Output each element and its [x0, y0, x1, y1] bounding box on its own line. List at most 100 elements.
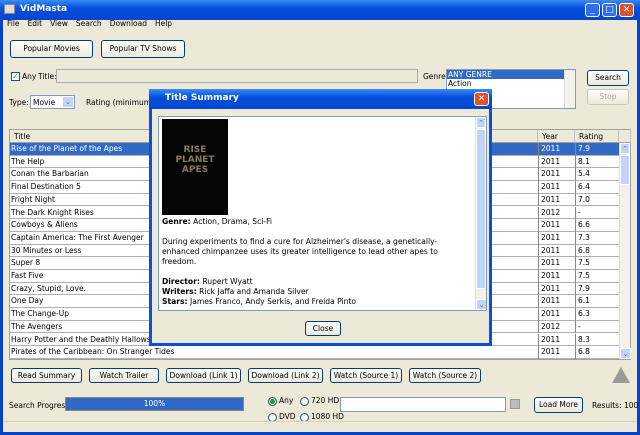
menu-edit[interactable]: Edit: [28, 19, 43, 31]
cell-year: 2011: [538, 282, 560, 296]
cell-year: 2011: [538, 219, 560, 232]
dialog-title-bar: Title Summary: [149, 89, 492, 109]
menu-search[interactable]: Search: [76, 19, 102, 31]
popular-movies-button[interactable]: Popular Movies: [10, 40, 93, 58]
status-bar: [3, 421, 637, 422]
cell-rating: 7.5: [575, 270, 590, 283]
cell-title: One Day: [11, 296, 44, 306]
menu-file[interactable]: File: [7, 19, 20, 31]
cell-rating: 6.1: [575, 295, 590, 309]
cell-title: Cowboys & Aliens: [11, 220, 78, 230]
menu-view[interactable]: View: [50, 19, 68, 31]
cell-title: Crazy, Stupid, Love.: [11, 283, 86, 293]
director-line: Director: Rupert Wyatt: [162, 277, 253, 286]
genre-scrollbar[interactable]: [564, 70, 575, 108]
cell-rating: -: [575, 206, 581, 220]
read-summary-button[interactable]: Read Summary: [11, 368, 82, 383]
menu-download[interactable]: Download: [110, 19, 147, 31]
cell-year: 2011: [538, 155, 560, 169]
results-count: Results: 100: [592, 401, 639, 410]
menu-bar: File Edit View Search Download Help: [3, 19, 172, 31]
genre-option[interactable]: ANY GENRE: [447, 70, 564, 79]
cell-year: 2012: [538, 320, 560, 334]
cell-rating: 7.5: [575, 257, 590, 270]
popular-tv-shows-button[interactable]: Popular TV Shows: [101, 40, 185, 58]
cell-rating: 7.0: [575, 193, 590, 207]
search-progress-bar: 100%: [65, 397, 244, 411]
cell-title: The Avengers: [11, 321, 63, 331]
search-button[interactable]: Search: [587, 70, 629, 86]
genre-line: Genre: Action, Drama, Sci-Fi: [162, 217, 273, 226]
radio-any[interactable]: Any: [268, 393, 300, 409]
dialog-close-icon[interactable]: ✕: [474, 92, 489, 106]
minimize-button[interactable]: _: [585, 3, 600, 17]
cell-title: Super 8: [11, 258, 41, 268]
cell-title: The Dark Knight Rises: [11, 207, 94, 217]
scroll-up-icon[interactable]: ⌃: [476, 117, 486, 128]
cell-rating: 5.4: [575, 168, 590, 182]
download-link-2-button[interactable]: Download (Link 2): [248, 368, 323, 383]
cell-title: Final Destination 5: [11, 182, 81, 192]
load-more-button[interactable]: Load More: [534, 397, 583, 413]
app-icon: [4, 4, 15, 14]
window-title: VidMasta: [20, 4, 68, 14]
radio-1080-hd[interactable]: 1080 HD: [300, 409, 344, 425]
filter-input[interactable]: [340, 397, 506, 412]
watch-source-1-button[interactable]: Watch (Source 1): [330, 368, 402, 383]
rating-label: Rating (minimum):: [86, 98, 157, 107]
cell-title: Conan the Barbarian: [11, 169, 89, 179]
genre-option[interactable]: Action: [447, 79, 575, 88]
title-input[interactable]: [56, 69, 418, 83]
action-buttons: Read Summary Watch Trailer Download (Link …: [11, 368, 481, 383]
column-header-year[interactable]: Year: [538, 130, 575, 143]
progress-fill: 100%: [66, 398, 243, 410]
writers-line: Writers: Rick Jaffa and Amanda Silver: [162, 287, 309, 296]
scroll-up-icon[interactable]: ⌃: [620, 143, 630, 154]
cell-year: 2011: [538, 333, 560, 347]
cell-rating: 8.1: [575, 155, 590, 169]
dialog-title: Title Summary: [165, 93, 239, 103]
close-window-button[interactable]: ✕: [619, 3, 634, 17]
watch-trailer-button[interactable]: Watch Trailer: [89, 368, 159, 383]
maximize-button[interactable]: □: [602, 3, 617, 17]
cell-year: 2011: [538, 257, 560, 270]
cell-year: 2011: [538, 231, 560, 245]
progress-label: Search Progress:: [9, 401, 72, 410]
cell-year: 2011: [538, 346, 560, 359]
scroll-thumb[interactable]: [476, 129, 486, 289]
any-title-checkbox[interactable]: ✓: [11, 72, 20, 81]
cell-title: The Help: [11, 156, 45, 166]
close-button[interactable]: Close: [305, 321, 341, 336]
download-link-1-button[interactable]: Download (Link 1): [166, 368, 241, 383]
column-header-rating[interactable]: Rating: [575, 130, 619, 143]
cell-rating: 6.4: [575, 181, 590, 194]
summary-scrollbar[interactable]: ⌃ ⌄: [475, 117, 486, 310]
summary-pane: RISE PLANET APES Genre: Action, Drama, Sci…: [158, 116, 487, 311]
cell-year: 2011: [538, 244, 560, 258]
type-select[interactable]: Movie ⌄: [30, 95, 75, 109]
cell-title: Fast Five: [11, 271, 44, 280]
warning-icon: [612, 367, 630, 383]
cell-title: 30 Minutes or Less: [11, 245, 82, 255]
radio-720-hd[interactable]: 720 HD: [300, 393, 339, 409]
stars-line: Stars: James Franco, Andy Serkis, and Fr…: [162, 297, 357, 306]
cell-year: 2012: [538, 206, 560, 220]
scroll-thumb[interactable]: [620, 155, 630, 185]
watch-source-2-button[interactable]: Watch (Source 2): [409, 368, 481, 383]
table-scrollbar[interactable]: ⌃ ⌄: [619, 143, 631, 359]
cell-rating: 7.3: [575, 231, 590, 245]
scroll-down-icon[interactable]: ⌄: [476, 299, 486, 310]
cell-year: 2011: [538, 295, 560, 309]
stop-button[interactable]: Stop: [587, 89, 629, 105]
type-value: Movie: [33, 98, 56, 107]
any-label: Any: [22, 72, 37, 81]
scroll-down-icon[interactable]: ⌄: [620, 348, 631, 359]
cell-title: Fright Night: [11, 194, 55, 204]
cell-rating: 7.9: [575, 282, 590, 296]
menu-help[interactable]: Help: [155, 19, 172, 31]
radio-dvd[interactable]: DVD: [268, 409, 300, 425]
cell-year: 2011: [538, 193, 560, 207]
table-row[interactable]: Pirates of the Caribbean: On Stranger Ti…: [10, 346, 619, 359]
movie-poster: RISE PLANET APES: [162, 119, 228, 215]
clear-icon[interactable]: [510, 399, 520, 409]
